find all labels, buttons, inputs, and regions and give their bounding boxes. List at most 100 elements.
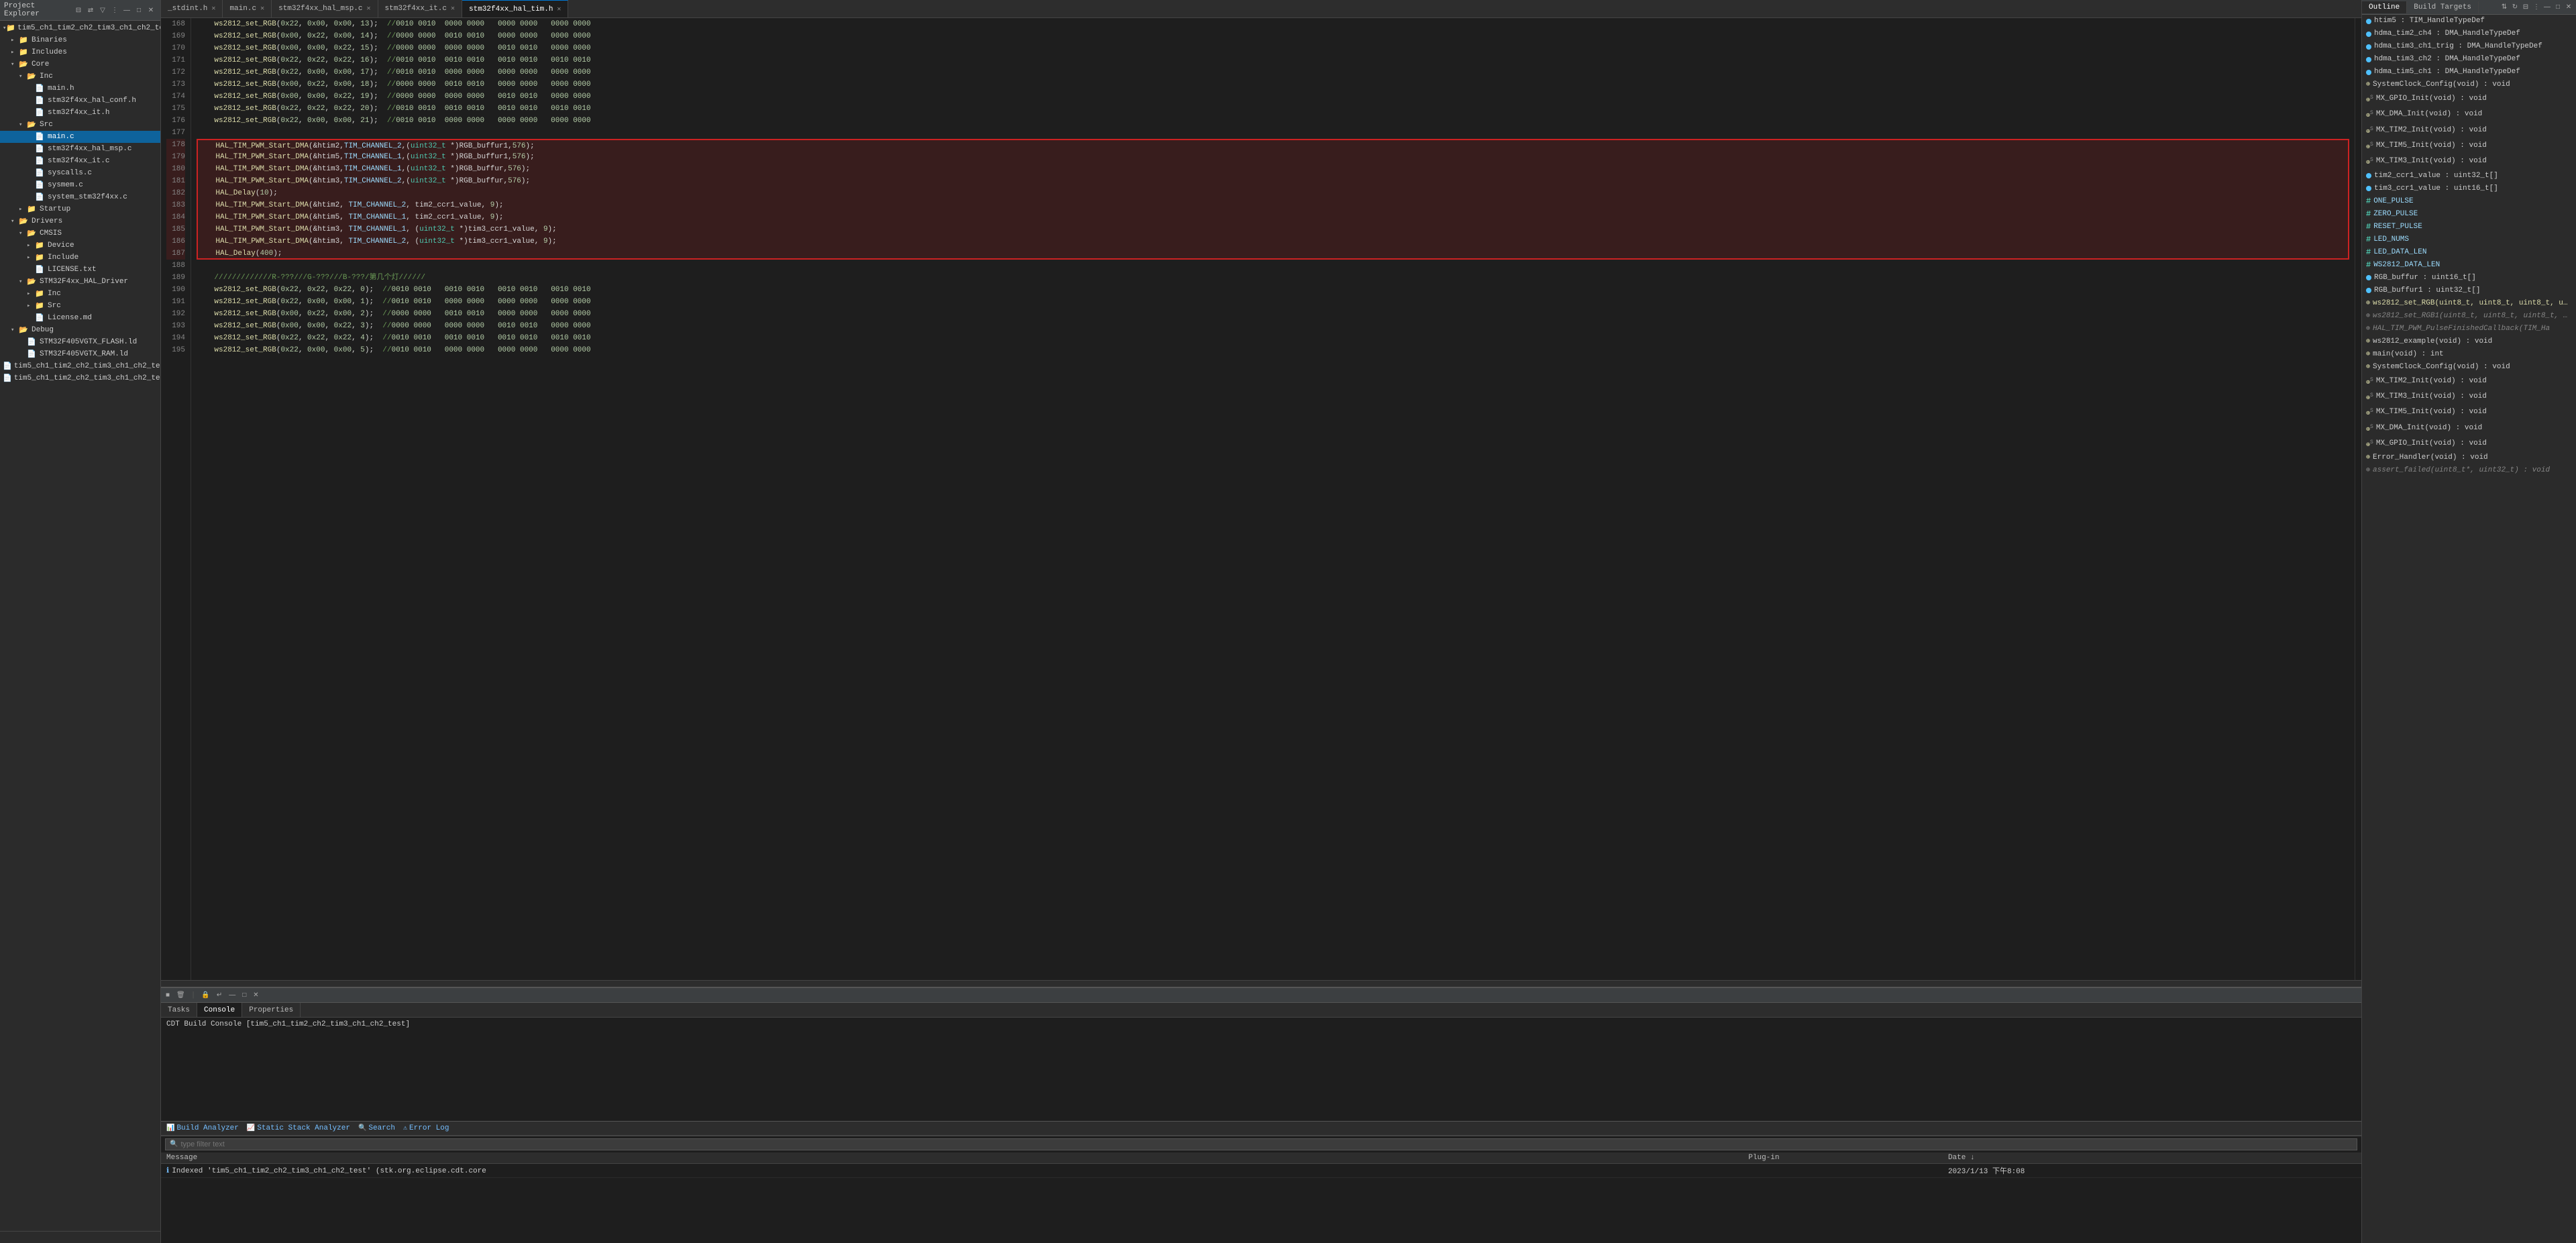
- tree-item-stm32f4xx_hal_driver[interactable]: ▾ 📂 STM32F4xx_HAL_Driver: [0, 276, 160, 288]
- console-maximize-btn[interactable]: □: [240, 991, 248, 999]
- editor-tab-stm32f4xx_hal_tim_h[interactable]: stm32f4xx_hal_tim.h✕: [462, 0, 568, 17]
- tree-item-stm32f4xx_hal_msp_c[interactable]: 📄 stm32f4xx_hal_msp.c: [0, 143, 160, 155]
- tab-outline[interactable]: Outline: [2362, 1, 2407, 13]
- outline-item[interactable]: #ZERO_PULSE: [2362, 208, 2576, 221]
- outline-menu-btn[interactable]: ⋮: [2532, 3, 2541, 12]
- tree-item-drivers[interactable]: ▾ 📂 Drivers: [0, 215, 160, 227]
- tree-item-flash_ld[interactable]: 📄 STM32F405VGTX_FLASH.ld: [0, 336, 160, 348]
- tree-item-device[interactable]: ▸ 📁 Device: [0, 239, 160, 252]
- outline-item[interactable]: ⊕ws2812_example(void) : void: [2362, 335, 2576, 348]
- tree-item-main_h[interactable]: 📄 main.h: [0, 83, 160, 95]
- outline-item[interactable]: ⊕SMX_TIM3_Init(void) : void: [2362, 154, 2576, 169]
- editor-tab-_stdint_h[interactable]: _stdint.h✕: [161, 0, 223, 17]
- outline-item[interactable]: htim5 : TIM_HandleTypeDef: [2362, 15, 2576, 28]
- filter-btn[interactable]: ▽: [97, 5, 108, 15]
- outline-item[interactable]: hdma_tim5_ch1 : DMA_HandleTypeDef: [2362, 66, 2576, 78]
- collapse-all-outline-btn[interactable]: ⊟: [2521, 3, 2530, 12]
- tree-item-debug_ioc[interactable]: 📄 tim5_ch1_tim2_ch2_tim3_ch1_ch2_test De…: [0, 372, 160, 384]
- console-minimize-btn[interactable]: —: [227, 991, 237, 999]
- tree-item-startup[interactable]: ▸ 📁 Startup: [0, 203, 160, 215]
- outline-item[interactable]: ⊕SystemClock_Config(void) : void: [2362, 78, 2576, 91]
- tree-item-debug[interactable]: ▾ 📂 Debug: [0, 324, 160, 336]
- word-wrap-btn[interactable]: ↵: [215, 991, 224, 999]
- console-close-btn[interactable]: ✕: [251, 991, 260, 999]
- editor-scrollbar[interactable]: [2355, 18, 2361, 980]
- tree-item-ram_ld[interactable]: 📄 STM32F405VGTX_RAM.ld: [0, 348, 160, 360]
- tree-item-license_txt[interactable]: 📄 LICENSE.txt: [0, 264, 160, 276]
- tree-item-core[interactable]: ▾ 📂 Core: [0, 58, 160, 70]
- build-link-build_analyzer[interactable]: 📊Build Analyzer: [166, 1124, 239, 1132]
- outline-item[interactable]: hdma_tim3_ch2 : DMA_HandleTypeDef: [2362, 53, 2576, 66]
- tree-item-system_stm32f4xx_c[interactable]: 📄 system_stm32f4xx.c: [0, 191, 160, 203]
- tab-close-icon[interactable]: ✕: [211, 5, 215, 13]
- build-link-error_log[interactable]: ⚠Error Log: [403, 1124, 449, 1132]
- outline-item[interactable]: ⊕SMX_TIM5_Init(void) : void: [2362, 138, 2576, 154]
- outline-maximize-btn[interactable]: □: [2553, 3, 2563, 12]
- tab-close-icon[interactable]: ✕: [367, 5, 371, 13]
- tree-item-syscalls_c[interactable]: 📄 syscalls.c: [0, 167, 160, 179]
- stop-btn[interactable]: ■: [164, 991, 172, 999]
- collapse-all-btn[interactable]: ⊟: [73, 5, 84, 15]
- outline-item[interactable]: #WS2812_DATA_LEN: [2362, 259, 2576, 272]
- outline-item[interactable]: #LED_NUMS: [2362, 233, 2576, 246]
- menu-btn[interactable]: ⋮: [109, 5, 120, 15]
- tree-item-src[interactable]: ▾ 📂 Src: [0, 119, 160, 131]
- tree-item-ioc[interactable]: 📄 tim5_ch1_tim2_ch2_tim3_ch1_ch2_test.io…: [0, 360, 160, 372]
- outline-item[interactable]: ⊕Error_Handler(void) : void: [2362, 451, 2576, 464]
- tree-item-includes[interactable]: ▸ 📁 Includes: [0, 46, 160, 58]
- outline-item[interactable]: ⊕SystemClock_Config(void) : void: [2362, 361, 2576, 374]
- tree-item-include[interactable]: ▸ 📁 Include: [0, 252, 160, 264]
- tab-close-icon[interactable]: ✕: [557, 5, 561, 13]
- build-link-static_stack[interactable]: 📈Static Stack Analyzer: [247, 1124, 350, 1132]
- bottom-tab-properties[interactable]: Properties: [242, 1003, 301, 1017]
- outline-item[interactable]: #RESET_PULSE: [2362, 221, 2576, 233]
- tree-item-main_c[interactable]: 📄 main.c: [0, 131, 160, 143]
- tree-item-binaries[interactable]: ▸ 📁 Binaries: [0, 34, 160, 46]
- outline-item[interactable]: RGB_buffur1 : uint32_t[]: [2362, 284, 2576, 297]
- tab-close-icon[interactable]: ✕: [451, 5, 455, 13]
- outline-item[interactable]: #ONE_PULSE: [2362, 195, 2576, 208]
- clear-btn[interactable]: 🗑: [174, 991, 187, 999]
- tree-item-stm32f4xx_hal_conf_h[interactable]: 📄 stm32f4xx_hal_conf.h: [0, 95, 160, 107]
- outline-item[interactable]: ⊕SMX_TIM2_Init(void) : void: [2362, 374, 2576, 389]
- outline-item[interactable]: RGB_buffur : uint16_t[]: [2362, 272, 2576, 284]
- outline-item[interactable]: ⊕assert_failed(uint8_t*, uint32_t) : voi…: [2362, 464, 2576, 477]
- editor-tab-stm32f4xx_it_c[interactable]: stm32f4xx_it.c✕: [378, 0, 462, 17]
- minimize-btn[interactable]: —: [121, 5, 132, 15]
- tree-item-stm32f4xx_it_c[interactable]: 📄 stm32f4xx_it.c: [0, 155, 160, 167]
- outline-item[interactable]: hdma_tim2_ch4 : DMA_HandleTypeDef: [2362, 28, 2576, 40]
- bottom-tab-console[interactable]: Console: [197, 1003, 242, 1017]
- tree-item-sysmem_c[interactable]: 📄 sysmem.c: [0, 179, 160, 191]
- outline-item[interactable]: ⊕SMX_TIM3_Init(void) : void: [2362, 389, 2576, 404]
- editor-tab-main_c[interactable]: main.c✕: [223, 0, 272, 17]
- outline-item[interactable]: #LED_DATA_LEN: [2362, 246, 2576, 259]
- outline-item[interactable]: ⊕ws2812_set_RGB(uint8_t, uint8_t, uint8_…: [2362, 297, 2576, 310]
- outline-item[interactable]: ⊕SMX_DMA_Init(void) : void: [2362, 107, 2576, 122]
- close-btn[interactable]: ✕: [146, 5, 156, 15]
- outline-minimize-btn[interactable]: —: [2542, 3, 2552, 12]
- tab-build-targets[interactable]: Build Targets: [2407, 1, 2479, 13]
- outline-item[interactable]: tim3_ccr1_value : uint16_t[]: [2362, 182, 2576, 195]
- maximize-btn[interactable]: □: [133, 5, 144, 15]
- scroll-lock-btn[interactable]: 🔒: [199, 991, 211, 999]
- outline-item[interactable]: ⊕SMX_DMA_Init(void) : void: [2362, 421, 2576, 436]
- outline-item[interactable]: ⊕main(void) : int: [2362, 348, 2576, 361]
- outline-item[interactable]: ⊕SMX_GPIO_Init(void) : void: [2362, 436, 2576, 451]
- build-link-search[interactable]: 🔍Search: [358, 1124, 395, 1132]
- link-editor-btn[interactable]: ⇄: [85, 5, 96, 15]
- tree-item-root[interactable]: ▾ 📁 tim5_ch1_tim2_ch2_tim3_ch1_ch2_test: [0, 22, 160, 34]
- tree-item-hal_license[interactable]: 📄 License.md: [0, 312, 160, 324]
- editor-tab-stm32f4xx_hal_msp_c[interactable]: stm32f4xx_hal_msp.c✕: [272, 0, 378, 17]
- filter-input[interactable]: [180, 1140, 2353, 1148]
- outline-item[interactable]: hdma_tim3_ch1_trig : DMA_HandleTypeDef: [2362, 40, 2576, 53]
- tree-item-cmsis[interactable]: ▾ 📂 CMSIS: [0, 227, 160, 239]
- code-content[interactable]: ws2812_set_RGB(0x22, 0x00, 0x00, 13); //…: [191, 18, 2355, 980]
- sort-btn[interactable]: ⇅: [2500, 3, 2509, 12]
- bottom-tab-tasks[interactable]: Tasks: [161, 1003, 197, 1017]
- horizontal-scrollbar[interactable]: [161, 980, 2361, 987]
- tree-item-hal_inc[interactable]: ▸ 📁 Inc: [0, 288, 160, 300]
- outline-item[interactable]: tim2_ccr1_value : uint32_t[]: [2362, 170, 2576, 182]
- outline-item[interactable]: ⊕SMX_GPIO_Init(void) : void: [2362, 91, 2576, 107]
- outline-item[interactable]: ⊕ws2812_set_RGB1(uint8_t, uint8_t, uint8…: [2362, 310, 2576, 323]
- sync-btn[interactable]: ↻: [2510, 3, 2520, 12]
